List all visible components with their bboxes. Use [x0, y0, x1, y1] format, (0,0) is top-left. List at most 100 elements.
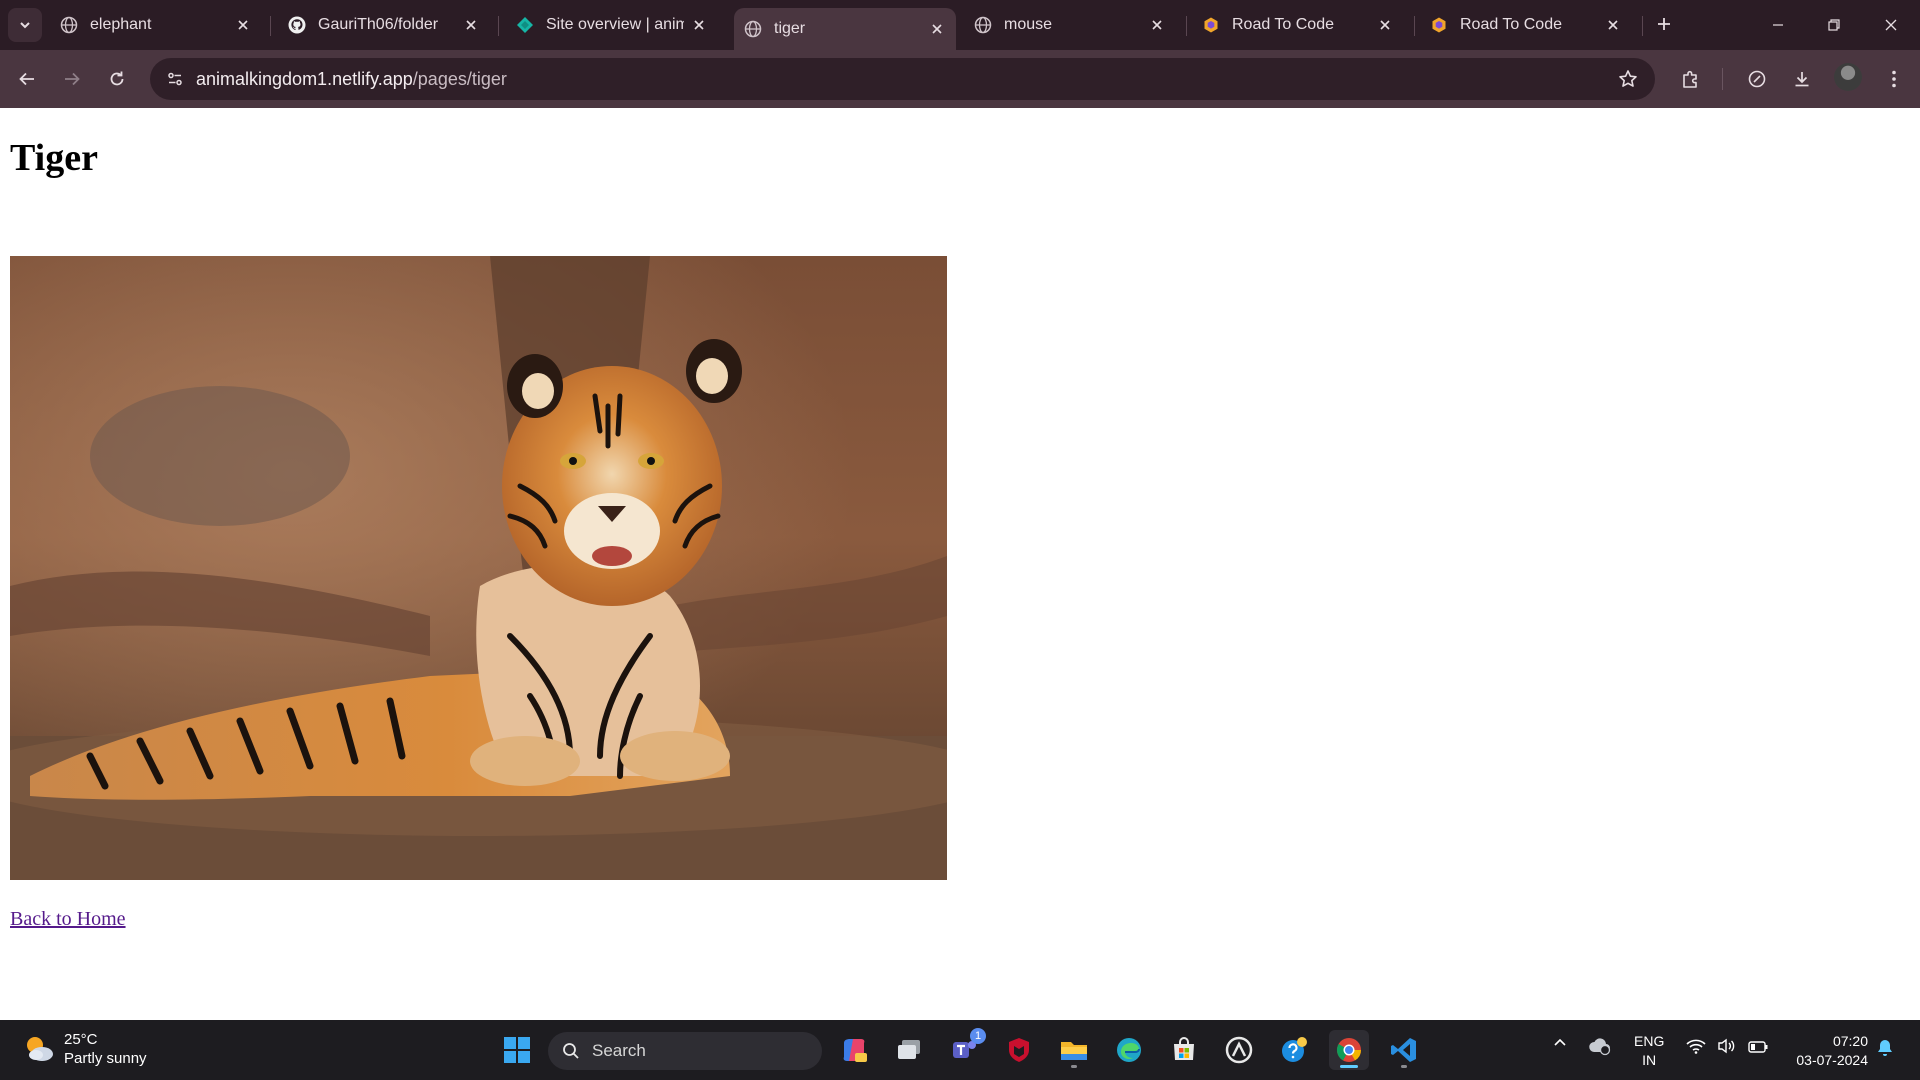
- taskbar-mcafee[interactable]: [999, 1030, 1039, 1070]
- minimize-button[interactable]: [1763, 10, 1793, 40]
- tab-title: Road To Code: [1232, 16, 1334, 33]
- running-indicator: [1401, 1065, 1407, 1068]
- tab-divider: [1186, 16, 1187, 36]
- close-icon[interactable]: [1604, 16, 1622, 34]
- back-to-home-link[interactable]: Back to Home: [10, 908, 126, 931]
- back-button[interactable]: [12, 64, 42, 94]
- restore-button[interactable]: [1819, 10, 1849, 40]
- web-page: Tiger Back to Home: [0, 108, 1920, 1020]
- battery-icon: [1748, 1041, 1768, 1053]
- tab-title: mouse: [1004, 16, 1053, 33]
- chevron-down-icon: [20, 22, 30, 29]
- close-icon[interactable]: [1376, 16, 1394, 34]
- tab-strip: elephant GauriTh06/folder Site overview …: [0, 0, 1920, 50]
- lang-code: ENG: [1634, 1033, 1665, 1049]
- browser-toolbar: animalkingdom1.netlify.app/pages/tiger: [0, 50, 1920, 108]
- toolbar-divider: [1722, 68, 1723, 90]
- edge-icon: [1117, 1038, 1141, 1062]
- active-indicator: [1340, 1065, 1358, 1068]
- globe-icon: [744, 20, 762, 38]
- weather-widget[interactable]: 25°C Partly sunny: [22, 1030, 147, 1068]
- arrow-right-icon: [65, 72, 80, 86]
- site-info-icon[interactable]: [162, 66, 188, 92]
- download-icon: [1795, 72, 1809, 87]
- tab-divider: [270, 16, 271, 36]
- show-hidden-icons[interactable]: [1552, 1034, 1568, 1053]
- cloud-sync-icon: [1589, 1038, 1611, 1056]
- taskbar-file-explorer[interactable]: [1054, 1030, 1094, 1070]
- clock-time: 07:20: [1832, 1033, 1868, 1049]
- tab-divider: [1642, 16, 1643, 36]
- taskbar-teams[interactable]: 1: [944, 1028, 986, 1070]
- taskbar-edge[interactable]: [1109, 1030, 1149, 1070]
- taskbar-vscode[interactable]: [1384, 1030, 1424, 1070]
- onedrive-tray[interactable]: [1588, 1036, 1612, 1059]
- close-icon[interactable]: [928, 20, 946, 38]
- url-host: animalkingdom1.netlify.app: [196, 69, 413, 89]
- chrome-icon: [1336, 1038, 1361, 1062]
- taskbar-app-circle[interactable]: [1219, 1030, 1259, 1070]
- tab-github-folder[interactable]: GauriTh06/folder: [278, 8, 490, 42]
- close-window-button[interactable]: [1876, 10, 1906, 40]
- close-icon[interactable]: [234, 16, 252, 34]
- new-tab-button[interactable]: [1652, 12, 1676, 36]
- running-indicator: [1071, 1065, 1077, 1068]
- battery-tray[interactable]: [1748, 1040, 1768, 1056]
- tab-mouse[interactable]: mouse: [964, 8, 1176, 42]
- reload-icon: [110, 71, 124, 86]
- notifications-tray[interactable]: [1876, 1038, 1894, 1061]
- tab-road-to-code-2[interactable]: Road To Code: [1420, 8, 1632, 42]
- profile-avatar[interactable]: [1834, 63, 1862, 91]
- close-icon[interactable]: [462, 16, 480, 34]
- close-icon: [1885, 19, 1897, 31]
- page-title: Tiger: [10, 137, 98, 179]
- taskbar-help[interactable]: [1274, 1030, 1314, 1070]
- hexagon-icon: [1202, 16, 1220, 34]
- bookmark-star-icon[interactable]: [1615, 66, 1641, 92]
- tab-title: Site overview | anima: [546, 16, 684, 33]
- speedometer-icon: [1748, 70, 1766, 88]
- taskbar-chrome[interactable]: [1329, 1030, 1369, 1070]
- tab-title: GauriTh06/folder: [318, 16, 439, 33]
- restore-icon: [1828, 19, 1840, 31]
- reload-button[interactable]: [102, 64, 132, 94]
- tab-elephant[interactable]: elephant: [50, 8, 262, 42]
- tab-road-to-code[interactable]: Road To Code: [1192, 8, 1404, 42]
- region-code: IN: [1642, 1052, 1657, 1068]
- input-language[interactable]: ENG IN: [1634, 1032, 1664, 1070]
- help-icon: [1282, 1037, 1307, 1062]
- store-icon: [1174, 1037, 1194, 1060]
- menu-button[interactable]: [1879, 64, 1909, 94]
- start-button[interactable]: [497, 1030, 537, 1070]
- search-icon: [562, 1042, 580, 1060]
- tiger-photo-illustration: [10, 256, 947, 880]
- tab-title: tiger: [774, 20, 806, 37]
- copilot-icon: [843, 1039, 867, 1062]
- tab-site-overview[interactable]: Site overview | anima: [506, 8, 718, 42]
- folder-icon: [1061, 1042, 1087, 1060]
- globe-icon: [974, 16, 992, 34]
- forward-button[interactable]: [57, 64, 87, 94]
- taskbar-copilot[interactable]: [834, 1030, 874, 1070]
- mcafee-shield-icon: [1009, 1038, 1029, 1062]
- address-bar[interactable]: animalkingdom1.netlify.app/pages/tiger: [150, 58, 1655, 100]
- close-icon[interactable]: [1148, 16, 1166, 34]
- kebab-menu-icon: [1892, 70, 1896, 88]
- tab-tiger[interactable]: tiger: [734, 8, 956, 50]
- taskbar-search[interactable]: Search: [548, 1032, 822, 1070]
- windows-logo-icon: [504, 1037, 530, 1063]
- search-placeholder: Search: [592, 1041, 646, 1060]
- taskbar-task-view[interactable]: [889, 1030, 929, 1070]
- taskbar-clock[interactable]: 07:20 03-07-2024: [1786, 1032, 1868, 1070]
- extensions-button[interactable]: [1676, 64, 1706, 94]
- performance-button[interactable]: [1742, 64, 1772, 94]
- hexagon-icon: [1430, 16, 1448, 34]
- close-icon[interactable]: [690, 16, 708, 34]
- taskbar-store[interactable]: [1164, 1030, 1204, 1070]
- downloads-button[interactable]: [1787, 64, 1817, 94]
- tab-divider: [498, 16, 499, 36]
- tab-search-button[interactable]: [8, 8, 42, 42]
- volume-tray[interactable]: [1717, 1038, 1737, 1057]
- wifi-tray[interactable]: [1686, 1038, 1706, 1057]
- task-view-icon: [898, 1040, 920, 1059]
